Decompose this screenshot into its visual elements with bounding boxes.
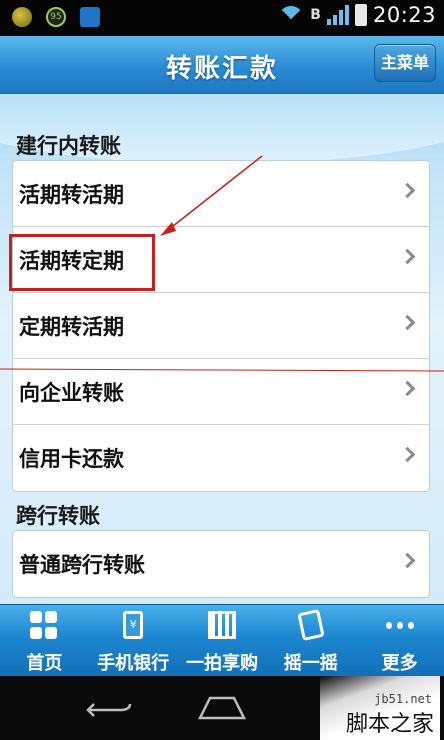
back-arrow-icon[interactable] [86,698,134,722]
interbank-transfer-list: 普通跨行转账 [12,530,430,598]
list-item-label: 普通跨行转账 [19,553,145,577]
list-item-current-to-fixed[interactable]: 活期转定期 [13,227,429,293]
chevron-right-icon [399,248,416,265]
home-button-icon[interactable] [196,694,248,722]
list-item-label: 活期转活期 [19,183,124,207]
tab-home[interactable]: 首页 [0,605,89,676]
tab-scan-shop[interactable]: 一拍享购 [178,605,267,676]
section-title-internal: 建行内转账 [16,134,121,158]
watermark-site: jb51.net [374,692,432,706]
network-type-label: B [310,7,321,23]
main-menu-button[interactable]: 主菜单 [374,44,436,82]
more-dots-icon [385,611,414,639]
wifi-icon [278,6,305,32]
list-item-credit-card-repayment[interactable]: 信用卡还款 [13,425,429,491]
list-item-label: 定期转活期 [19,315,124,339]
section-title-interbank: 跨行转账 [16,504,100,528]
tab-label: 首页 [26,653,63,674]
cleanup-badge-icon: 95 [46,7,66,27]
internal-transfer-list: 活期转活期 活期转定期 定期转活期 向企业转账 信用卡还款 [12,160,430,492]
app-notification-icon [12,7,32,27]
download-notification-icon [80,7,100,27]
list-item-fixed-to-current[interactable]: 定期转活期 [13,293,429,359]
chevron-right-icon [399,380,416,397]
tab-label: 一拍享购 [185,653,258,674]
chevron-right-icon [399,446,416,463]
tab-mobile-bank[interactable]: ¥ 手机银行 [89,605,178,676]
mobile-bank-icon: ¥ [123,611,144,639]
chevron-right-icon [399,552,416,569]
signal-strength-icon [326,5,349,25]
list-item-label: 活期转定期 [19,249,124,273]
status-clock: 20:23 [372,3,436,27]
shake-phone-icon [297,609,325,641]
list-item-enterprise-transfer[interactable]: 向企业转账 [13,359,429,425]
status-bar: 95 B 20:23 [0,0,444,36]
list-item-current-to-current[interactable]: 活期转活期 [13,161,429,227]
notification-icons: 95 [12,7,100,27]
watermark-text: 脚本之家 [345,712,434,737]
home-grid-icon [30,611,58,639]
watermark: jb51.net 脚本之家 [320,676,440,740]
tab-label: 摇一摇 [283,653,338,674]
list-item-label: 信用卡还款 [19,447,124,471]
tab-more[interactable]: 更多 [355,605,444,676]
title-bar: 转账汇款 主菜单 [0,36,444,94]
list-item-interbank-transfer[interactable]: 普通跨行转账 [13,531,429,597]
bottom-tab-bar: 首页 ¥ 手机银行 一拍享购 摇一摇 更多 [0,604,444,676]
tab-label: 更多 [381,653,418,674]
chevron-right-icon [399,314,416,331]
battery-icon [354,4,367,26]
tab-shake[interactable]: 摇一摇 [266,605,355,676]
qr-code-icon [207,611,236,639]
list-item-label: 向企业转账 [19,381,124,405]
tab-label: 手机银行 [97,653,170,674]
transfer-menu-content: 建行内转账 活期转活期 活期转定期 定期转活期 向企业转账 信用卡还款 跨行转账… [0,94,444,604]
chevron-right-icon [399,182,416,199]
